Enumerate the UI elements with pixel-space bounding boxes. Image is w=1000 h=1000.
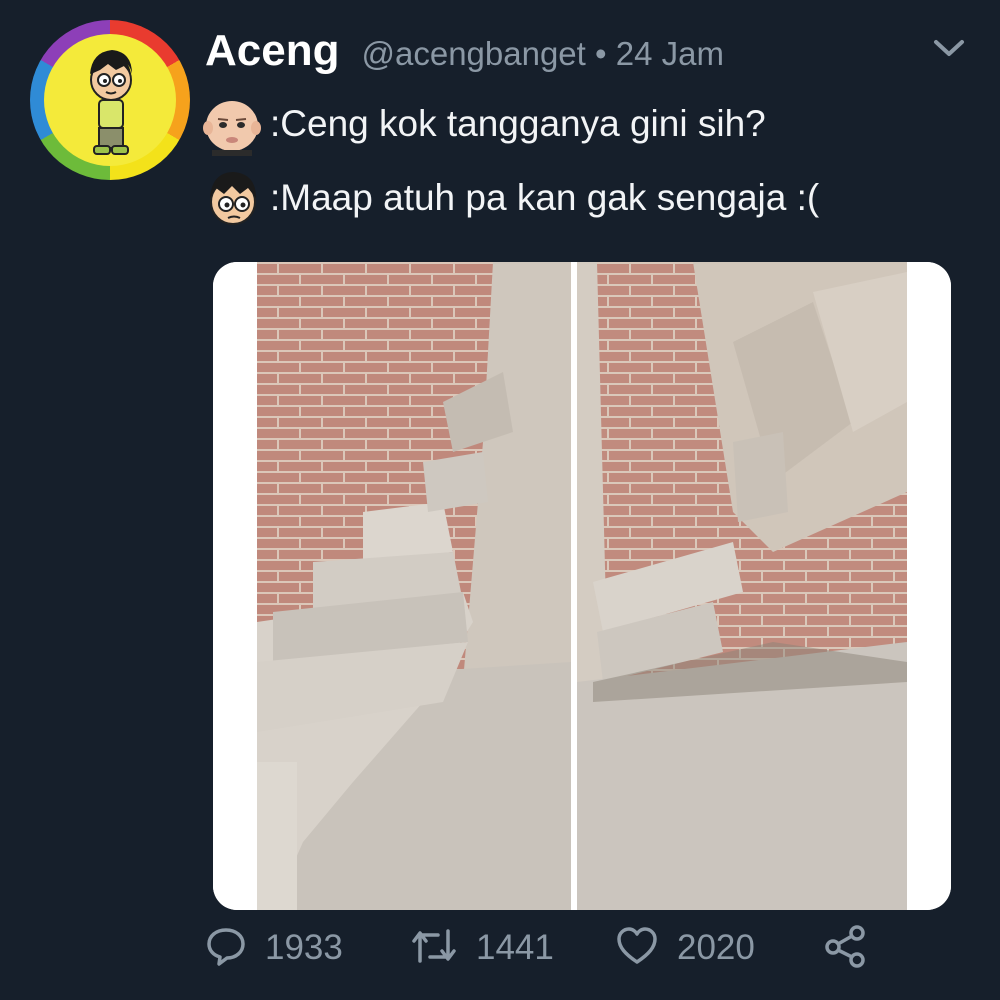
retweet-icon <box>410 925 458 972</box>
reply-count: 1933 <box>265 928 343 967</box>
share-button[interactable] <box>823 920 869 976</box>
dialogue-line-2: :Maap atuh pa kan gak sengaja :( <box>200 166 819 230</box>
right-photo-panel <box>577 262 907 910</box>
tweet-actions: 1933 1441 2020 <box>205 920 885 976</box>
stairs-photo <box>213 262 951 910</box>
tweet-photo[interactable] <box>213 262 951 910</box>
avatar-cartoon-boy <box>44 34 176 166</box>
chevron-down-icon[interactable] <box>932 36 966 60</box>
like-count: 2020 <box>677 928 755 967</box>
dialogue-text-1: :Ceng kok tangganya gini sih? <box>270 103 766 144</box>
reply-icon <box>205 925 247 972</box>
author-avatar[interactable] <box>30 20 190 180</box>
baby-face-icon <box>200 92 264 156</box>
retweet-button[interactable]: 1441 <box>410 920 554 976</box>
retweet-count: 1441 <box>476 928 554 967</box>
tweet-header: Aceng @acengbanget • 24 Jam <box>205 26 724 86</box>
share-icon <box>823 923 869 974</box>
author-name[interactable]: Aceng <box>205 26 339 76</box>
heart-icon <box>615 926 659 971</box>
dialogue-text-2: :Maap atuh pa kan gak sengaja :( <box>270 177 820 218</box>
reply-button[interactable]: 1933 <box>205 920 343 976</box>
left-photo-panel <box>257 262 571 910</box>
like-button[interactable]: 2020 <box>615 920 755 976</box>
dialogue-line-1: :Ceng kok tangganya gini sih? <box>200 92 766 156</box>
cartoon-boy-face-icon <box>200 166 264 230</box>
author-handle-and-time[interactable]: @acengbanget • 24 Jam <box>361 35 723 73</box>
